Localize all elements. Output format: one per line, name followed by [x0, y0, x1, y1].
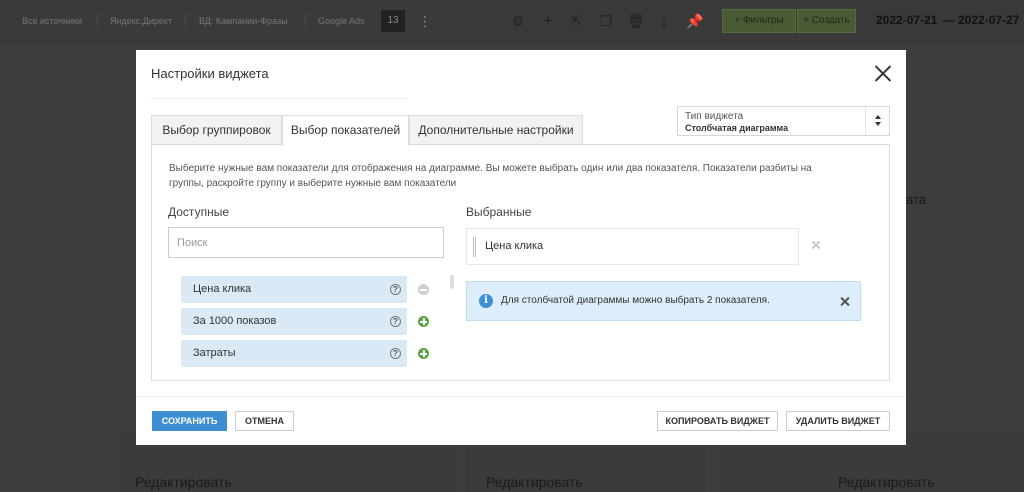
filters-button[interactable]: + Фильтры: [722, 9, 796, 33]
trash-icon[interactable]: 🗑: [627, 12, 645, 30]
help-icon[interactable]: ?: [390, 284, 401, 295]
background-edit-link[interactable]: Редактировать: [135, 474, 232, 490]
footer-divider: [136, 396, 906, 397]
tab-additional-settings[interactable]: Дополнительные настройки: [409, 115, 583, 145]
available-metrics-list[interactable]: Цена клика ? За 1000 показов ? Затраты ?: [168, 269, 438, 381]
date-to[interactable]: 2022-07-27: [958, 13, 1019, 27]
app-toolbar: Все источники Яндекс.Директ ВД: Кампании…: [0, 0, 1024, 42]
select-arrows-icon[interactable]: [865, 107, 889, 135]
help-icon[interactable]: ?: [390, 316, 401, 327]
source-tab-all[interactable]: Все источники: [22, 12, 82, 30]
modal-title: Настройки виджета: [151, 66, 269, 81]
create-button[interactable]: + Создать: [797, 9, 856, 33]
list-item-metric[interactable]: За 1000 показов ?: [181, 308, 407, 335]
alert-close-icon[interactable]: [840, 297, 849, 306]
selected-metric-name: Цена клика: [485, 240, 544, 252]
list-item-metric[interactable]: Цена клика ?: [181, 276, 407, 303]
date-from[interactable]: 2022-07-21: [876, 13, 937, 27]
tab-metrics[interactable]: Выбор показателей: [282, 115, 409, 146]
toolbar-divider: [185, 13, 186, 29]
background-widget-text: ата: [906, 192, 926, 207]
drag-handle-icon[interactable]: [473, 237, 476, 257]
widget-type-label: Тип виджета: [685, 111, 744, 122]
list-item-metric[interactable]: Затраты ?: [181, 340, 407, 367]
list-scrollbar[interactable]: [450, 275, 454, 289]
close-icon[interactable]: [873, 64, 893, 84]
add-icon[interactable]: [418, 316, 429, 327]
instructions-text: Выберите нужные вам показатели для отобр…: [169, 163, 812, 189]
title-divider: [151, 98, 408, 99]
source-tab-google-ads[interactable]: Google Ads: [318, 12, 365, 30]
metrics-tab-panel: Выберите нужные вам показатели для отобр…: [151, 144, 890, 381]
widget-type-value: Столбчатая диаграмма: [685, 123, 789, 133]
export-icon[interactable]: ⇱: [569, 12, 585, 30]
toolbar-divider: [305, 13, 306, 29]
available-label: Доступные: [168, 205, 229, 219]
selected-label: Выбранные: [466, 205, 532, 219]
widget-type-select[interactable]: Тип виджета Столбчатая диаграмма: [677, 106, 890, 136]
add-icon[interactable]: [418, 284, 429, 295]
more-menu-icon[interactable]: ⋮: [418, 11, 432, 31]
pin-icon[interactable]: 📌: [686, 12, 703, 30]
save-button[interactable]: Сохранить: [152, 411, 227, 431]
help-icon[interactable]: ?: [390, 348, 401, 359]
remove-icon[interactable]: [811, 240, 821, 250]
selected-metric-item[interactable]: Цена клика: [466, 228, 799, 265]
date-separator: —: [943, 13, 955, 27]
info-alert: i Для столбчатой диаграммы можно выбрать…: [466, 281, 861, 321]
toolbar-divider: [97, 13, 98, 29]
settings-icon[interactable]: ⚙: [510, 12, 526, 30]
alert-text: Для столбчатой диаграммы можно выбрать 2…: [501, 295, 770, 306]
add-icon[interactable]: [418, 348, 429, 359]
copy-widget-button[interactable]: Копировать виджет: [657, 411, 778, 431]
delete-widget-button[interactable]: Удалить виджет: [786, 411, 890, 431]
background-edit-link[interactable]: Редактировать: [486, 474, 583, 490]
download-icon[interactable]: ⤓: [656, 12, 672, 30]
source-tab-yandex-direct[interactable]: Яндекс.Директ: [110, 12, 172, 30]
tab-groupings[interactable]: Выбор группировок: [151, 115, 282, 145]
cancel-button[interactable]: Отмена: [235, 411, 294, 431]
source-tab-campaigns-phrases[interactable]: ВД: Кампании-Фразы: [199, 12, 288, 30]
info-icon: i: [479, 294, 493, 308]
copy-icon[interactable]: ❐: [598, 12, 614, 30]
plus-icon[interactable]: +: [540, 12, 556, 30]
background-edit-link[interactable]: Редактировать: [838, 474, 935, 490]
widget-settings-modal: Настройки виджета Тип виджета Столбчатая…: [136, 50, 906, 445]
metric-name: За 1000 показов: [193, 315, 277, 327]
metric-name: Затраты: [193, 347, 236, 359]
metric-name: Цена клика: [193, 283, 252, 295]
source-count-badge[interactable]: 13: [381, 10, 405, 32]
search-input[interactable]: [168, 227, 444, 258]
